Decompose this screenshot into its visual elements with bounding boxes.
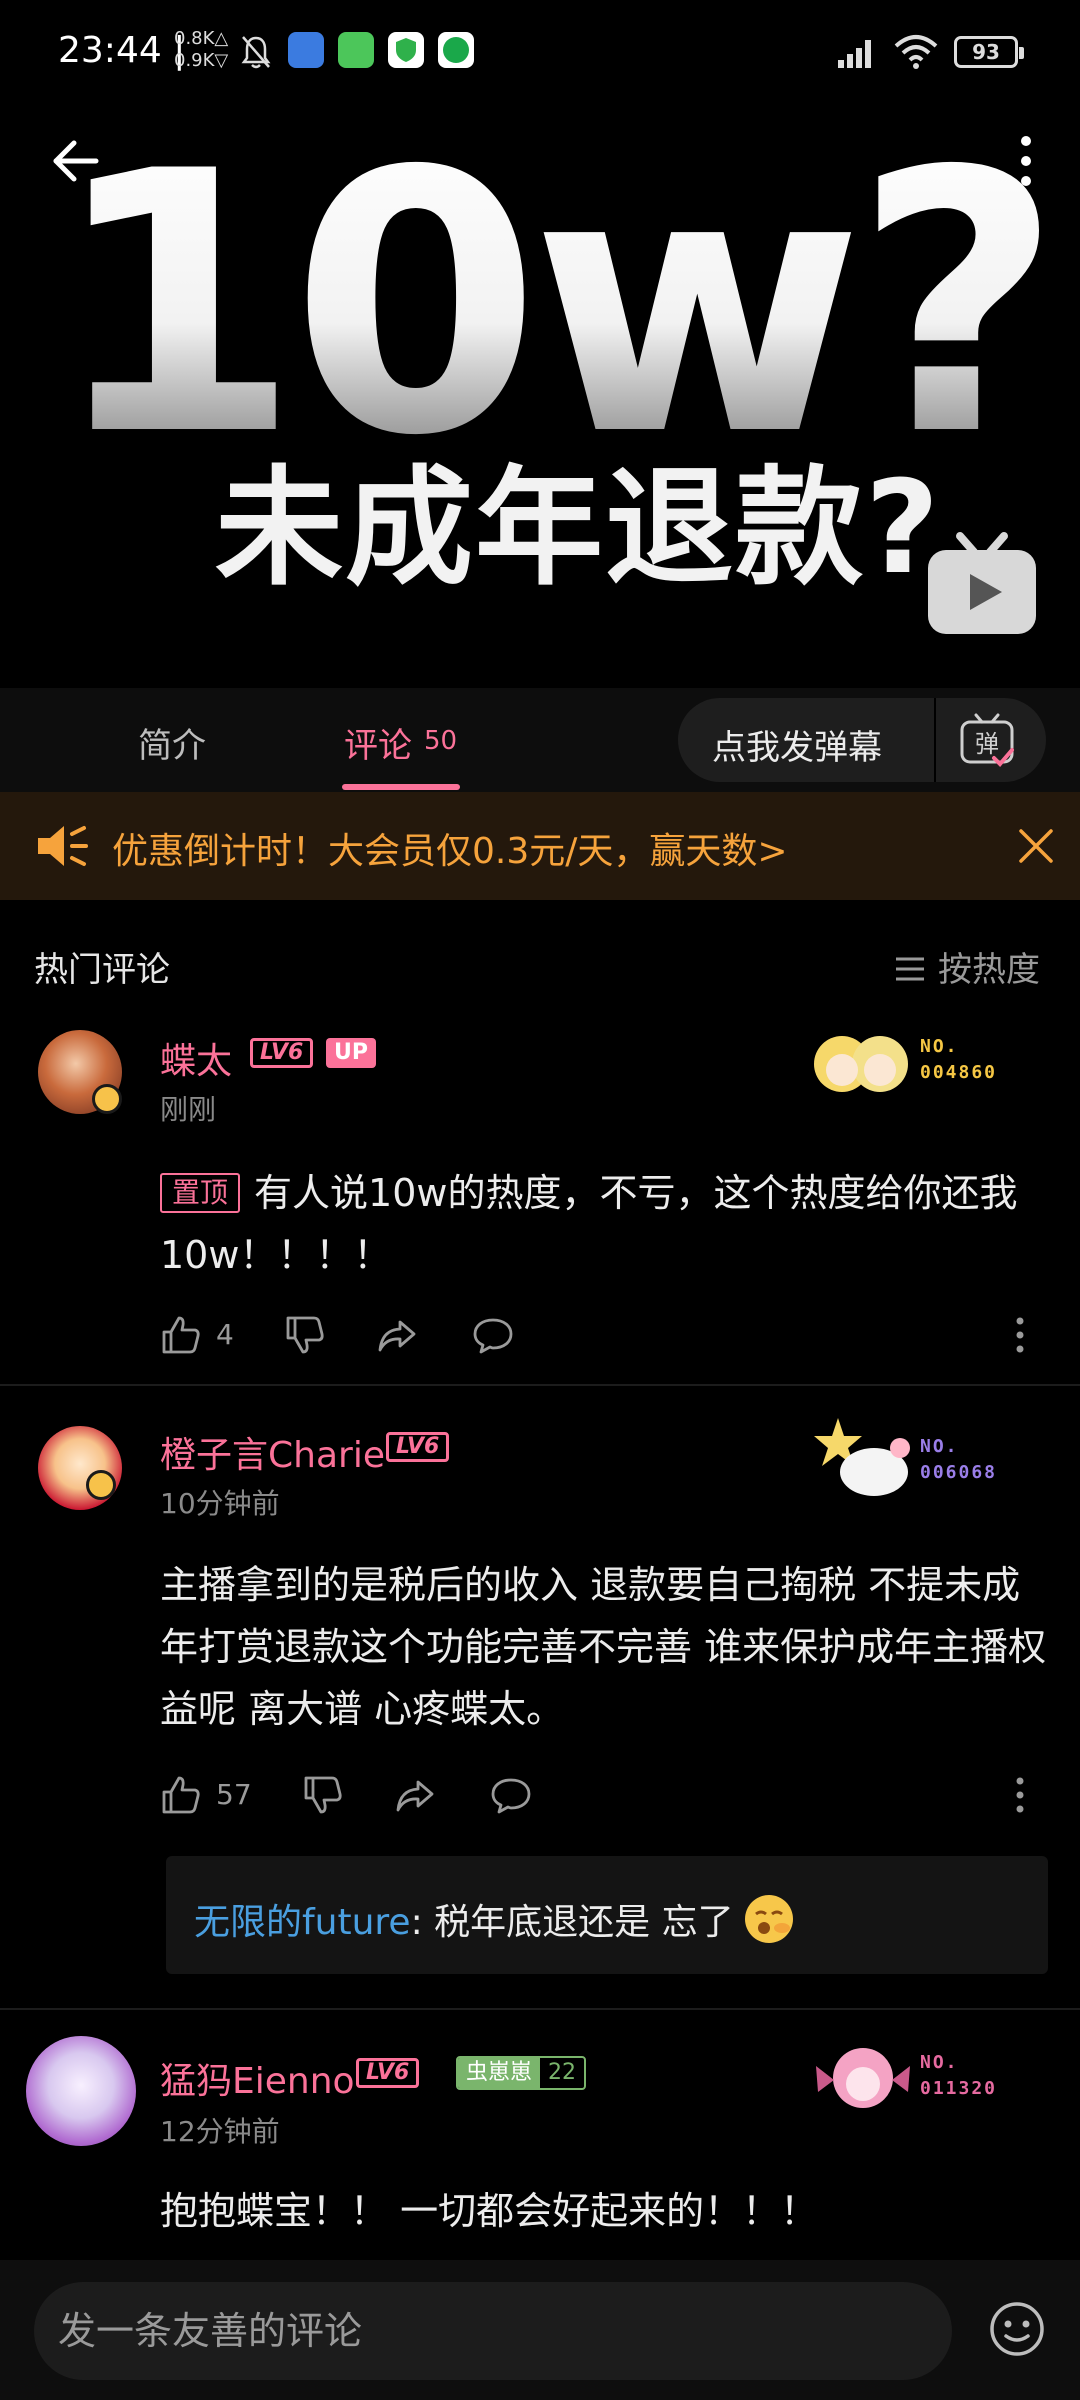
emoji-picker-icon[interactable] bbox=[988, 2300, 1046, 2358]
more-vertical-icon[interactable] bbox=[1012, 133, 1040, 189]
comment-username[interactable]: 蝶太 bbox=[160, 1032, 232, 1084]
fan-number: NO. 004860 bbox=[920, 1034, 997, 1086]
more-vertical-icon[interactable] bbox=[1014, 1776, 1026, 1814]
dislike-icon[interactable] bbox=[284, 1314, 326, 1356]
back-arrow-icon[interactable] bbox=[50, 135, 102, 187]
reply-username[interactable]: 无限的future bbox=[194, 1902, 411, 1943]
tab-active-indicator bbox=[342, 784, 460, 790]
comment-username[interactable]: 橙子言Charie bbox=[160, 1426, 385, 1478]
comment-text: 置顶 有人说10w的热度，不亏，这个热度给你还我10w！！！！ bbox=[160, 1162, 1050, 1286]
status-time: 23:44 | bbox=[58, 30, 186, 71]
comment-input[interactable]: 发一条友善的评论 bbox=[34, 2282, 952, 2380]
fan-number-label: NO. bbox=[920, 1436, 959, 1457]
comment-input-bar: 发一条友善的评论 bbox=[0, 2260, 1080, 2400]
divider bbox=[0, 1384, 1080, 1386]
close-icon[interactable] bbox=[1016, 826, 1056, 866]
level-badge: LV6 bbox=[386, 1432, 450, 1462]
comment-time: 12分钟前 bbox=[160, 2115, 280, 2148]
video-player[interactable]: 10w? 未成年退款? bbox=[0, 105, 1080, 688]
medal-name: 虫崽崽 bbox=[458, 2058, 541, 2088]
avatar[interactable] bbox=[26, 2036, 136, 2146]
fan-number-label: NO. bbox=[920, 1036, 959, 1057]
notification-app-icon bbox=[338, 32, 374, 68]
bilibili-tv-icon[interactable] bbox=[924, 530, 1040, 638]
verified-badge-icon bbox=[92, 1084, 122, 1114]
list-icon bbox=[896, 957, 924, 981]
divider bbox=[0, 2008, 1080, 2010]
more-vertical-icon[interactable] bbox=[1014, 1316, 1026, 1354]
reply-icon[interactable] bbox=[490, 1774, 532, 1816]
leaf-app-icon bbox=[438, 32, 474, 68]
fan-number: NO. 006068 bbox=[920, 1434, 997, 1486]
reply-icon[interactable] bbox=[472, 1314, 514, 1356]
dislike-icon[interactable] bbox=[302, 1774, 344, 1816]
status-bar: 23:44 | 0.8K△ 0.9K▽ 93 bbox=[0, 0, 1080, 105]
share-icon[interactable] bbox=[376, 1314, 418, 1356]
comment-time: 刚刚 bbox=[160, 1093, 217, 1126]
comment-body: 抱抱蝶宝！！ 一切都会好起来的！！！ bbox=[160, 2189, 819, 2233]
danmu-button-label: 点我发弹幕 bbox=[712, 728, 882, 768]
comment-username[interactable]: 猛犸Eienno bbox=[160, 2052, 355, 2104]
sort-by-hot-button[interactable]: 按热度 bbox=[894, 942, 1040, 991]
like-icon[interactable] bbox=[160, 1314, 202, 1356]
danmu-toggle-icon[interactable]: 弹 bbox=[958, 712, 1016, 768]
reply-body: : 税年底退还是 忘了 bbox=[410, 1902, 734, 1943]
pinned-tag: 置顶 bbox=[160, 1173, 241, 1213]
reply-preview[interactable]: 无限的future: 税年底退还是 忘了 bbox=[166, 1856, 1048, 1974]
speaker-icon bbox=[38, 826, 88, 866]
fan-badge[interactable]: NO. 006068 bbox=[808, 1410, 1018, 1500]
fan-badge[interactable]: NO. 004860 bbox=[808, 1020, 1018, 1110]
signal-icon bbox=[838, 40, 871, 68]
comment-actions: 4 bbox=[160, 1310, 1040, 1360]
danmu-icon-char: 弹 bbox=[975, 730, 999, 758]
fan-badge-image-icon bbox=[816, 2048, 910, 2108]
fan-number-label: NO. bbox=[920, 2052, 959, 2073]
shield-app-icon bbox=[388, 32, 424, 68]
like-count: 57 bbox=[216, 1778, 252, 1811]
share-icon[interactable] bbox=[394, 1774, 436, 1816]
up-tag: UP bbox=[326, 1038, 376, 1068]
video-subtitle-graphic: 未成年退款? bbox=[215, 454, 942, 603]
promo-banner[interactable]: 优惠倒计时！大会员仅0.3元/天，赢天数> bbox=[0, 792, 1080, 900]
fan-badge-image-icon bbox=[814, 1036, 908, 1092]
promo-text[interactable]: 优惠倒计时！大会员仅0.3元/天，赢天数> bbox=[112, 822, 788, 874]
fan-badge-image-icon bbox=[814, 1418, 910, 1496]
reply-text: 无限的future: 税年底退还是 忘了 bbox=[194, 1892, 796, 1946]
danmu-send-button[interactable]: 点我发弹幕 弹 bbox=[678, 698, 1046, 782]
network-speed: 0.8K△ 0.9K▽ bbox=[174, 28, 228, 72]
notification-app-icon bbox=[288, 32, 324, 68]
wifi-icon bbox=[894, 35, 938, 69]
video-title-graphic: 10w? bbox=[50, 105, 1062, 514]
emoji-icon bbox=[744, 1895, 793, 1943]
comment-actions: 57 bbox=[160, 1770, 1040, 1820]
content-tabs: 简介 评论 50 点我发弹幕 弹 bbox=[0, 688, 1080, 792]
level-badge: LV6 bbox=[356, 2058, 420, 2088]
tab-intro[interactable]: 简介 bbox=[138, 718, 206, 767]
fan-badge[interactable]: NO. 011320 bbox=[808, 2036, 1018, 2126]
tab-comments[interactable]: 评论 bbox=[344, 718, 412, 767]
comment-body: 主播拿到的是税后的收入 退款要自己掏税 不提未成年打赏退款这个功能完善不完善 谁… bbox=[160, 1563, 1047, 1731]
bell-muted-icon bbox=[241, 36, 271, 69]
sort-label: 按热度 bbox=[938, 950, 1040, 990]
verified-badge-icon bbox=[86, 1470, 116, 1500]
divider bbox=[934, 698, 936, 782]
fan-number-value: 004860 bbox=[920, 1062, 998, 1083]
medal-level: 22 bbox=[548, 2060, 577, 2085]
comment-time: 10分钟前 bbox=[160, 1487, 280, 1520]
fan-number: NO. 011320 bbox=[920, 2050, 997, 2102]
fan-number-value: 011320 bbox=[920, 2078, 998, 2099]
comment-count: 50 bbox=[424, 726, 458, 756]
like-icon[interactable] bbox=[160, 1774, 202, 1816]
download-speed: 0.9K▽ bbox=[174, 50, 229, 71]
fan-number-value: 006068 bbox=[920, 1462, 998, 1483]
hot-comments-title: 热门评论 bbox=[34, 950, 170, 990]
level-badge: LV6 bbox=[250, 1038, 314, 1068]
fan-medal[interactable]: 虫崽崽 22 bbox=[456, 2056, 587, 2090]
upload-speed: 0.8K△ bbox=[174, 28, 229, 49]
comment-body: 有人说10w的热度，不亏，这个热度给你还我10w！！！！ bbox=[160, 1171, 1018, 1277]
like-count: 4 bbox=[216, 1318, 234, 1351]
battery-indicator: 93 bbox=[954, 36, 1024, 68]
